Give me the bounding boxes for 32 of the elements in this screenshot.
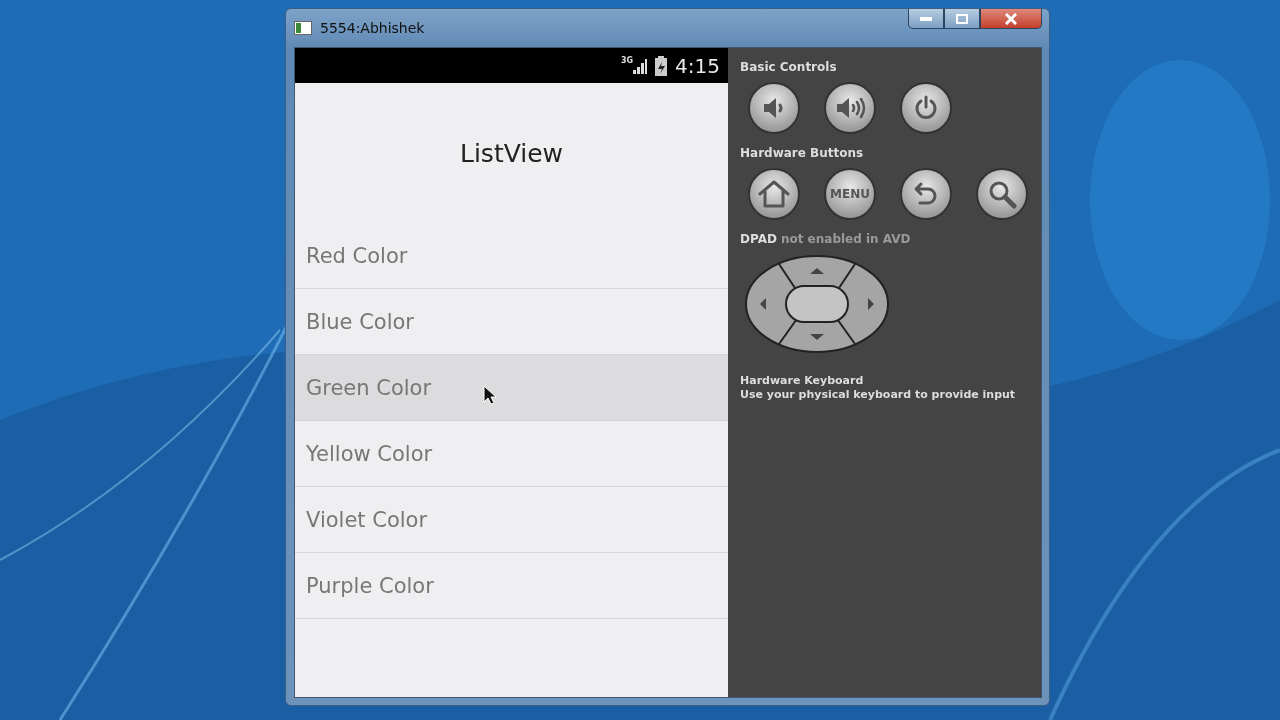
home-icon — [757, 179, 791, 209]
keyboard-title: Hardware Keyboard — [740, 374, 865, 388]
power-button[interactable] — [900, 82, 952, 134]
home-button[interactable] — [748, 168, 800, 220]
maximize-icon — [956, 13, 968, 24]
search-button[interactable] — [976, 168, 1028, 220]
maximize-button[interactable] — [944, 9, 980, 29]
volume-up-button[interactable] — [824, 82, 876, 134]
dpad-label: DPAD — [740, 232, 777, 246]
window-title: 5554:Abhishek — [320, 20, 425, 36]
power-icon — [914, 95, 938, 121]
app-title: ListView — [459, 137, 564, 170]
network-type: 3G — [620, 56, 634, 65]
cursor-icon — [483, 385, 497, 405]
menu-button[interactable]: MENU — [824, 168, 876, 220]
back-button[interactable] — [900, 168, 952, 220]
dpad-note: not enabled in AVD — [780, 232, 911, 246]
battery-icon — [655, 55, 668, 76]
volume-down-button[interactable] — [748, 82, 800, 134]
section-title: Basic Controls — [740, 60, 838, 74]
loud-speaker-icon — [834, 96, 866, 120]
list-item[interactable]: Green Color — [295, 355, 728, 421]
minimize-icon — [920, 16, 932, 21]
close-icon — [1005, 12, 1017, 25]
minimize-button[interactable] — [908, 9, 944, 29]
section-title: Hardware Buttons — [740, 146, 865, 160]
app-icon — [294, 21, 312, 35]
close-button[interactable] — [980, 9, 1042, 29]
clock: 4:15 — [675, 53, 720, 78]
keyboard-description: Use your physical keyboard to provide input — [740, 388, 1017, 402]
signal-icon — [633, 57, 648, 74]
search-icon — [987, 179, 1017, 209]
